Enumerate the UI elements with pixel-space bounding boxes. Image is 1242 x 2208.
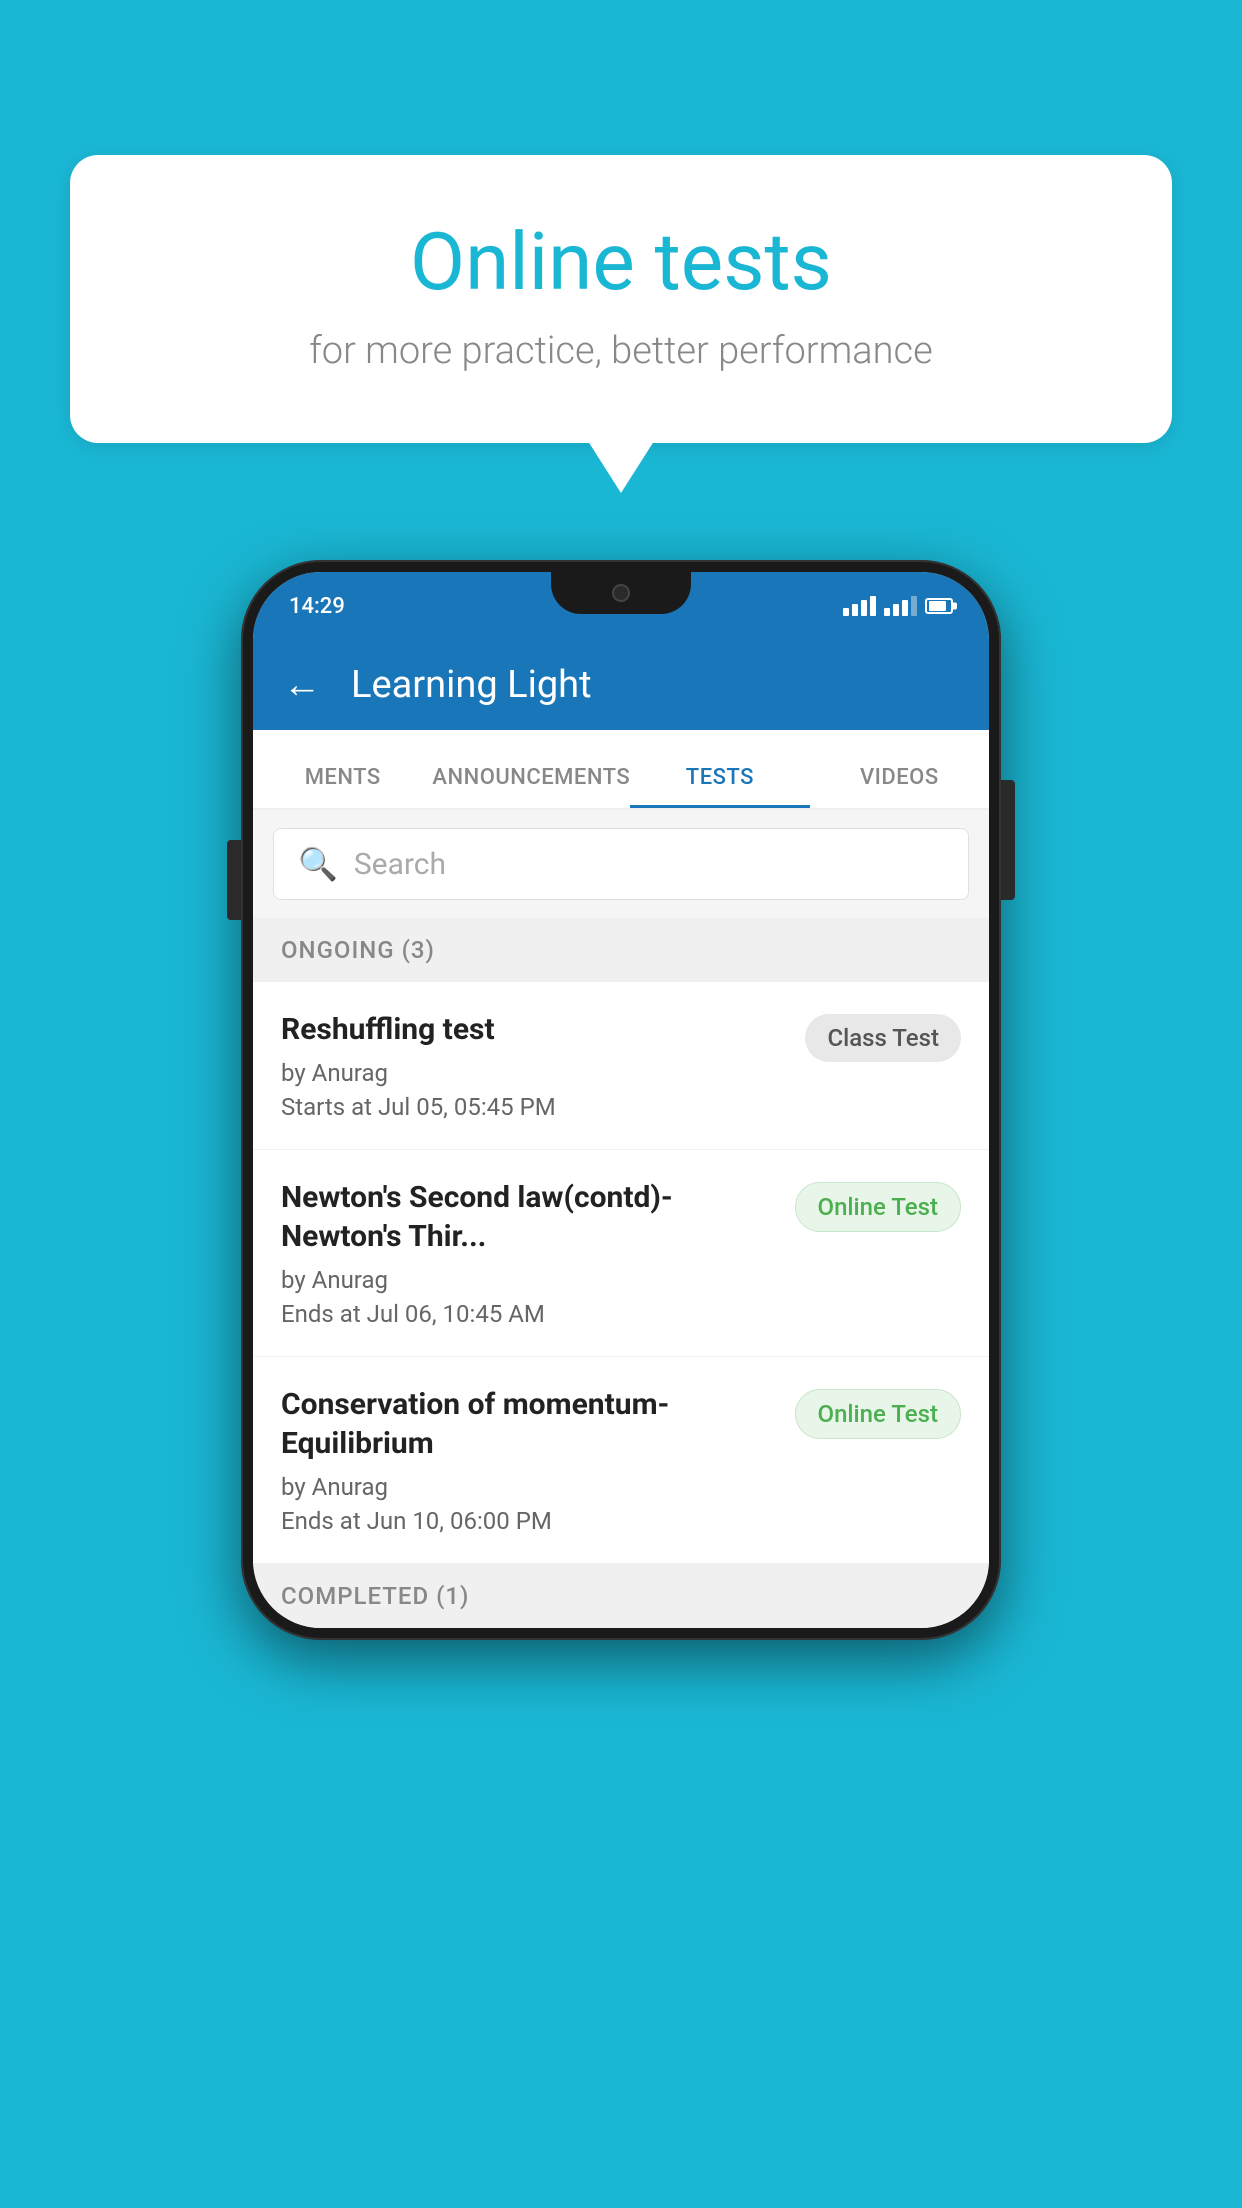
status-icons: [843, 596, 953, 616]
test-author-2: by Anurag: [281, 1266, 779, 1294]
speech-bubble-container: Online tests for more practice, better p…: [70, 155, 1172, 443]
test-author-1: by Anurag: [281, 1059, 789, 1087]
test-date-2: Ends at Jul 06, 10:45 AM: [281, 1300, 779, 1328]
speech-bubble-subtitle: for more practice, better performance: [150, 329, 1092, 373]
phone-outer-shell: 14:29: [241, 560, 1001, 1640]
test-title-2: Newton's Second law(contd)-Newton's Thir…: [281, 1178, 779, 1256]
test-info-2: Newton's Second law(contd)-Newton's Thir…: [281, 1178, 779, 1328]
completed-section-header: COMPLETED (1): [253, 1564, 989, 1628]
speech-bubble-title: Online tests: [150, 215, 1092, 309]
speech-bubble: Online tests for more practice, better p…: [70, 155, 1172, 443]
test-date-1: Starts at Jul 05, 05:45 PM: [281, 1093, 789, 1121]
cell-signal-icon: [884, 596, 917, 616]
test-title-3: Conservation of momentum-Equilibrium: [281, 1385, 779, 1463]
tab-tests[interactable]: TESTS: [630, 765, 809, 808]
search-input[interactable]: Search: [354, 847, 446, 882]
camera-dot: [612, 584, 630, 602]
test-item-3[interactable]: Conservation of momentum-Equilibrium by …: [253, 1357, 989, 1564]
test-item-1[interactable]: Reshuffling test by Anurag Starts at Jul…: [253, 982, 989, 1150]
app-header: ← Learning Light: [253, 640, 989, 730]
search-bar-container: 🔍 Search: [253, 810, 989, 918]
wifi-signal-icon: [843, 596, 876, 616]
tabs-bar: MENTS ANNOUNCEMENTS TESTS VIDEOS: [253, 730, 989, 810]
phone-device: 14:29: [241, 560, 1001, 1640]
test-badge-1: Class Test: [805, 1014, 961, 1062]
tab-ments[interactable]: MENTS: [253, 765, 432, 808]
back-button[interactable]: ←: [283, 663, 321, 707]
tab-videos[interactable]: VIDEOS: [810, 765, 989, 808]
app-header-title: Learning Light: [351, 663, 592, 707]
search-bar[interactable]: 🔍 Search: [273, 828, 969, 900]
ongoing-section-header: ONGOING (3): [253, 918, 989, 982]
status-time: 14:29: [289, 594, 345, 619]
test-title-1: Reshuffling test: [281, 1010, 789, 1049]
status-bar: 14:29: [253, 572, 989, 640]
test-item-2[interactable]: Newton's Second law(contd)-Newton's Thir…: [253, 1150, 989, 1357]
tab-announcements[interactable]: ANNOUNCEMENTS: [432, 765, 630, 808]
test-author-3: by Anurag: [281, 1473, 779, 1501]
test-date-3: Ends at Jun 10, 06:00 PM: [281, 1507, 779, 1535]
test-info-1: Reshuffling test by Anurag Starts at Jul…: [281, 1010, 789, 1121]
test-info-3: Conservation of momentum-Equilibrium by …: [281, 1385, 779, 1535]
search-icon: 🔍: [298, 845, 338, 883]
phone-screen: 14:29: [253, 572, 989, 1628]
test-badge-3: Online Test: [795, 1389, 961, 1439]
test-badge-2: Online Test: [795, 1182, 961, 1232]
battery-icon: [925, 598, 953, 614]
notch: [551, 572, 691, 614]
